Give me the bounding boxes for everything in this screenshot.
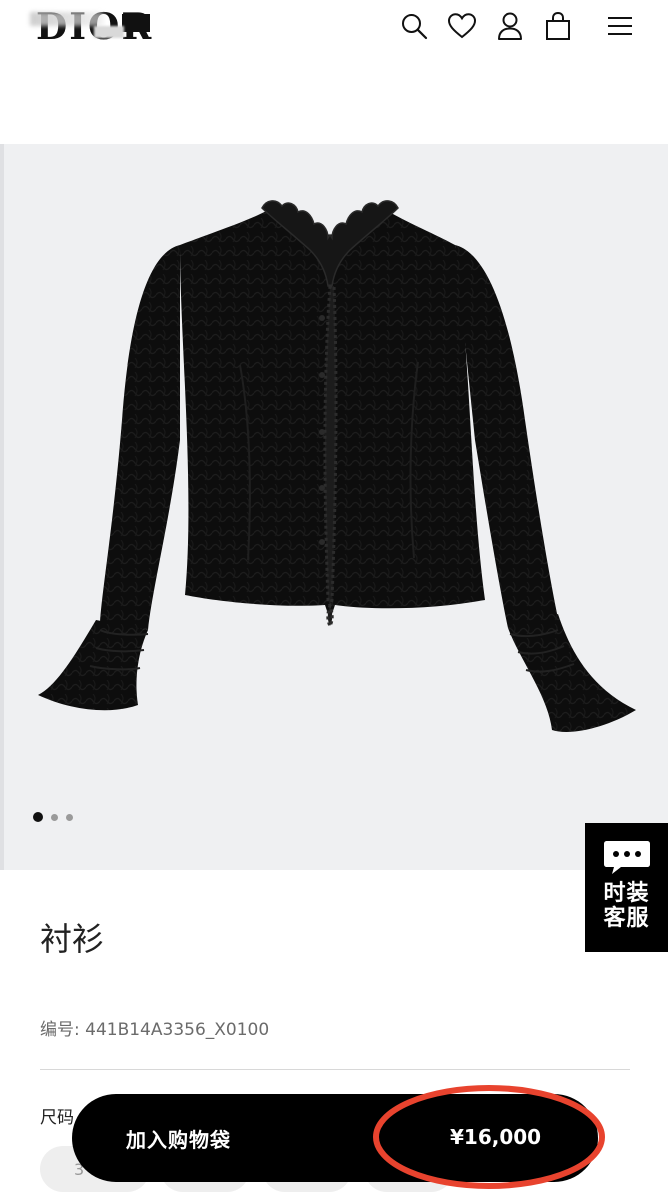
divider bbox=[40, 1069, 630, 1070]
chat-label: 时装 客服 bbox=[603, 881, 649, 931]
size-label: 尺码 bbox=[40, 1108, 74, 1128]
logo-redaction bbox=[122, 14, 150, 32]
user-icon[interactable] bbox=[494, 10, 526, 42]
carousel-dot[interactable] bbox=[33, 812, 43, 822]
shopping-bag-icon[interactable] bbox=[542, 10, 574, 42]
add-to-bag-button[interactable]: 加入购物袋 bbox=[126, 1124, 231, 1153]
header: DIOR bbox=[0, 0, 668, 60]
heart-icon[interactable] bbox=[446, 10, 478, 42]
highlight-annotation bbox=[373, 1085, 605, 1189]
carousel-dot[interactable] bbox=[51, 813, 58, 821]
product-sku: 编号: 441B14A3356_X0100 bbox=[40, 1020, 270, 1040]
gallery-edge bbox=[0, 144, 4, 870]
carousel-dots bbox=[33, 812, 73, 822]
logo-redaction bbox=[30, 12, 104, 26]
dior-logo[interactable]: DIOR bbox=[30, 4, 160, 50]
logo-redaction bbox=[94, 26, 124, 38]
menu-icon[interactable] bbox=[604, 10, 636, 42]
carousel-dot[interactable] bbox=[66, 813, 73, 821]
chat-label-line2: 客服 bbox=[603, 906, 650, 931]
chat-label-line1: 时装 bbox=[603, 881, 650, 906]
product-title: 衬衫 bbox=[40, 920, 105, 958]
product-image[interactable] bbox=[30, 190, 642, 750]
search-icon[interactable] bbox=[398, 10, 430, 42]
chat-bubble-icon bbox=[603, 841, 650, 874]
customer-service-chat-button[interactable]: 时装 客服 bbox=[585, 823, 668, 952]
